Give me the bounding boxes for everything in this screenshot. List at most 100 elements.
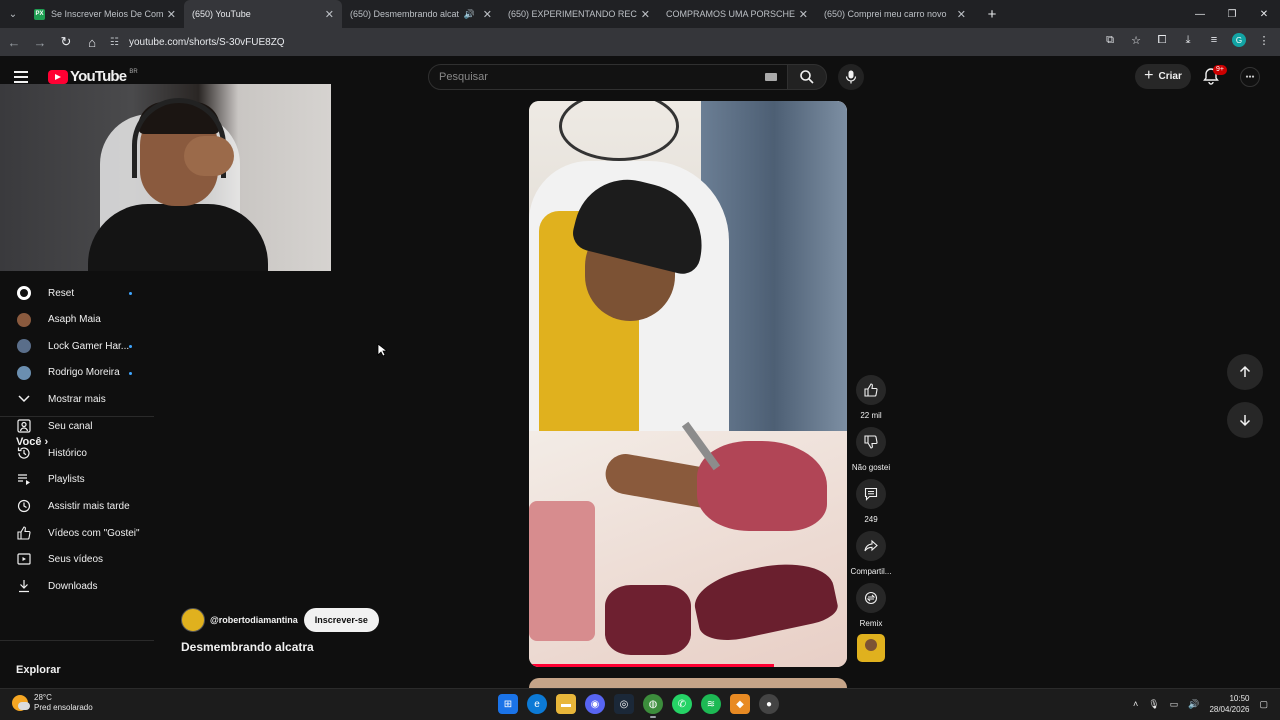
- network-icon[interactable]: ▭: [1170, 699, 1179, 710]
- new-content-dot: [129, 292, 132, 295]
- sidebar-item-label: Playlists: [48, 473, 85, 485]
- dislike-button[interactable]: Não gostei: [851, 427, 891, 472]
- tab-search-icon[interactable]: ⌄: [0, 0, 26, 28]
- sidebar-item-label: Seu canal: [48, 420, 93, 432]
- video-meat: [605, 585, 691, 655]
- install-app-icon[interactable]: ⧉: [1102, 32, 1118, 48]
- volume-icon[interactable]: 🔊: [1188, 699, 1199, 710]
- browser-tab[interactable]: (650) EXPERIMENTANDO RECE ✕: [500, 0, 658, 28]
- sidebar-item-thumbs-up[interactable]: Vídeos com "Gostei": [0, 520, 154, 546]
- close-tab-icon[interactable]: ✕: [483, 8, 492, 21]
- extensions-icon[interactable]: ⧠: [1154, 32, 1170, 48]
- search-input[interactable]: Pesquisar: [428, 64, 788, 90]
- remix-button[interactable]: Remix: [851, 583, 891, 628]
- app-icon[interactable]: ◆: [730, 694, 750, 714]
- keyboard-icon[interactable]: [765, 73, 777, 81]
- address-bar[interactable]: ☷ youtube.com/shorts/S-30vFUE8ZQ: [102, 31, 1142, 53]
- subscription-channel[interactable]: Reset: [0, 280, 154, 306]
- notifications-button[interactable]: 9+: [1202, 65, 1227, 87]
- discord-icon[interactable]: ◉: [585, 694, 605, 714]
- close-tab-icon[interactable]: ✕: [167, 8, 176, 21]
- subscription-channel[interactable]: Rodrigo Moreira: [0, 360, 154, 386]
- close-tab-icon[interactable]: ✕: [799, 8, 808, 21]
- profile-avatar[interactable]: G: [1232, 33, 1246, 47]
- tray-mic-icon[interactable]: 🎙: [1148, 699, 1159, 710]
- sidebar-item-video[interactable]: Seus vídeos: [0, 546, 154, 572]
- browser-tab[interactable]: (650) Comprei meu carro novo ✕: [816, 0, 974, 28]
- create-label: Criar: [1158, 71, 1182, 82]
- channel-name[interactable]: @robertodiamantina: [210, 615, 298, 625]
- weather-widget[interactable]: 28°C Pred ensolarado: [12, 693, 93, 713]
- minimize-icon[interactable]: —: [1184, 0, 1216, 28]
- share-icon: [856, 531, 886, 561]
- browser-tab[interactable]: (650) Desmembrando alcat 🔊 ✕: [342, 0, 500, 28]
- next-short-button[interactable]: [1227, 402, 1263, 438]
- voice-search-button[interactable]: [838, 64, 864, 90]
- new-content-dot: [129, 345, 132, 348]
- short-title[interactable]: Desmembrando alcatra: [181, 640, 314, 654]
- home-icon[interactable]: ⌂: [80, 30, 104, 54]
- clock[interactable]: 10:50 28/04/2026: [1209, 693, 1249, 715]
- sidebar-item-playlist[interactable]: Playlists: [0, 466, 154, 492]
- sidebar-item-channel[interactable]: Seu canal: [0, 413, 154, 439]
- account-avatar[interactable]: ●●●: [1240, 67, 1260, 87]
- person-hand: [184, 136, 234, 176]
- arrow-up-icon: [1239, 365, 1251, 377]
- subscription-channel[interactable]: Lock Gamer Har...: [0, 333, 154, 359]
- subscription-channel[interactable]: Asaph Maia: [0, 307, 154, 333]
- tab-audio-icon[interactable]: 🔊: [464, 9, 475, 20]
- close-tab-icon[interactable]: ✕: [325, 8, 334, 21]
- chrome-icon[interactable]: ◍: [643, 694, 663, 718]
- weather-text: Pred ensolarado: [34, 703, 93, 712]
- tab-title: Se Inscrever Meios De Comunic: [51, 9, 163, 19]
- sound-thumbnail[interactable]: [857, 634, 885, 662]
- sidebar-item-clock[interactable]: Assistir mais tarde: [0, 493, 154, 519]
- share-button[interactable]: Compartil...: [851, 531, 891, 576]
- video-progress-bar[interactable]: [529, 664, 774, 667]
- system-tray: ˄ 🎙 ▭ 🔊 10:50 28/04/2026 ▢: [1133, 693, 1268, 715]
- previous-short-button[interactable]: [1227, 354, 1263, 390]
- browser-tab-strip: ⌄ PXSe Inscrever Meios De Comunic✕(650) …: [0, 0, 1280, 28]
- thumbs-down-icon: [856, 427, 886, 457]
- forward-icon[interactable]: →: [28, 30, 52, 54]
- restore-icon[interactable]: ❐: [1216, 0, 1248, 28]
- edge-icon[interactable]: e: [527, 694, 547, 714]
- site-info-icon[interactable]: ☷: [110, 37, 119, 48]
- browser-menu-icon[interactable]: ⋮: [1256, 32, 1272, 48]
- next-short-preview[interactable]: [529, 678, 847, 688]
- new-tab-button[interactable]: +: [980, 2, 1004, 26]
- search-button[interactable]: [787, 64, 827, 90]
- channel-avatar[interactable]: [181, 608, 205, 632]
- close-tab-icon[interactable]: ✕: [957, 8, 966, 21]
- show-more-label: Mostrar mais: [48, 393, 106, 405]
- subscribe-button[interactable]: Inscrever-se: [303, 608, 379, 632]
- spotify-icon[interactable]: ≋: [701, 694, 721, 714]
- obs-icon[interactable]: ●: [759, 694, 779, 714]
- sidebar-item-history[interactable]: Histórico: [0, 440, 154, 466]
- like-button[interactable]: 22 mil: [851, 375, 891, 420]
- reload-icon[interactable]: ↻: [54, 30, 78, 54]
- comments-button[interactable]: 249: [851, 479, 891, 524]
- divider: [0, 640, 154, 641]
- sidebar-item-label: Seus vídeos: [48, 553, 104, 565]
- browser-tab[interactable]: (650) YouTube ✕: [184, 0, 342, 28]
- shorts-video-player[interactable]: [529, 101, 847, 667]
- whatsapp-icon[interactable]: ✆: [672, 694, 692, 714]
- media-control-icon[interactable]: ≡: [1206, 32, 1222, 48]
- file-explorer-icon[interactable]: ▬: [556, 694, 576, 714]
- bookmark-star-icon[interactable]: ☆: [1128, 32, 1144, 48]
- create-button[interactable]: + Criar: [1135, 64, 1191, 89]
- notifications-center-icon[interactable]: ▢: [1259, 699, 1268, 710]
- sidebar-item-download[interactable]: Downloads: [0, 573, 154, 599]
- tray-chevron-icon[interactable]: ˄: [1133, 699, 1138, 709]
- back-icon[interactable]: ←: [2, 30, 26, 54]
- browser-tab[interactable]: PX Se Inscrever Meios De Comunic ✕: [26, 0, 184, 28]
- youtube-logo[interactable]: YouTube BR: [48, 68, 138, 85]
- show-more-button[interactable]: Mostrar mais: [0, 386, 154, 412]
- start-icon[interactable]: ⊞: [498, 694, 518, 714]
- steam-icon[interactable]: ◎: [614, 694, 634, 714]
- downloads-icon[interactable]: ⤓: [1180, 32, 1196, 48]
- close-tab-icon[interactable]: ✕: [641, 8, 650, 21]
- close-window-icon[interactable]: ✕: [1248, 0, 1280, 28]
- browser-tab[interactable]: COMPRAMOS UMA PORSCHE ✕: [658, 0, 816, 28]
